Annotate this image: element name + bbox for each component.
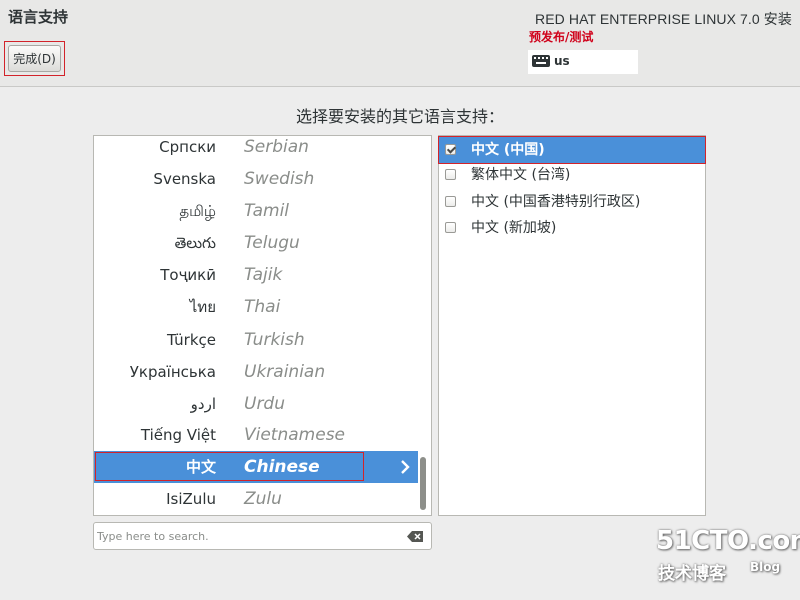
done-button[interactable]: 完成(D)	[8, 45, 61, 72]
prerelease-label: 预发布/测试	[529, 30, 594, 44]
language-row[interactable]: اردو Urdu	[94, 388, 418, 420]
backspace-icon[interactable]	[407, 531, 423, 542]
watermark: 51CTO.com 技术博客 Blog	[656, 526, 800, 586]
language-row[interactable]: Тоҷикӣ Tajik	[94, 259, 418, 291]
language-english-name: Ukrainian	[244, 362, 326, 382]
selection-highlight-box	[95, 452, 364, 481]
language-english-name: Tamil	[244, 201, 290, 221]
locale-label: 中文 (新加坡)	[471, 220, 557, 236]
done-button-highlight: 完成(D)	[4, 41, 65, 76]
language-row[interactable]: IsiZulu Zulu	[94, 483, 418, 515]
locale-label: 中文 (中国)	[471, 142, 545, 158]
language-row[interactable]: Svenska Swedish	[94, 163, 418, 195]
language-list[interactable]: Српски Serbian Svenska Swedish தமிழ் Tam…	[93, 135, 432, 516]
page-title: 语言支持	[8, 8, 69, 26]
language-row[interactable]: தமிழ் Tamil	[94, 195, 418, 227]
keyboard-layout-label: us	[554, 54, 570, 68]
language-native-name: Српски	[159, 138, 216, 156]
language-native-name: 中文	[185, 458, 216, 476]
locale-row[interactable]: 繁体中文 (台湾)	[439, 162, 705, 188]
language-row[interactable]: Tiếng Việt Vietnamese	[94, 419, 418, 451]
language-english-name: Chinese	[244, 457, 320, 477]
locale-row-selected[interactable]: 中文 (中国)	[438, 136, 706, 164]
language-english-name: Turkish	[244, 330, 305, 350]
search-input[interactable]	[97, 526, 397, 546]
header-bar: 语言支持 完成(D) RED HAT ENTERPRISE LINUX 7.0 …	[0, 0, 800, 87]
locale-checkbox[interactable]	[445, 144, 456, 155]
watermark-blog: Blog	[750, 560, 781, 574]
language-row-selected[interactable]: 中文 Chinese	[94, 451, 418, 483]
keyboard-layout-indicator[interactable]: us	[528, 50, 638, 74]
language-english-name: Telugu	[244, 233, 300, 253]
language-english-name: Thai	[244, 297, 281, 317]
watermark-site: 51CTO.com	[656, 526, 800, 556]
language-english-name: Urdu	[244, 394, 285, 414]
language-native-name: ไทย	[189, 298, 216, 316]
language-native-name: IsiZulu	[166, 490, 216, 508]
locale-checkbox[interactable]	[445, 222, 456, 233]
locale-list[interactable]: 中文 (中国) 繁体中文 (台湾) 中文 (中国香港特别行政区) 中文 (新加坡…	[438, 135, 706, 516]
language-native-name: Tiếng Việt	[140, 426, 216, 444]
language-native-name: తెలుగు	[174, 234, 216, 252]
locale-checkbox[interactable]	[445, 169, 456, 180]
instruction-heading: 选择要安装的其它语言支持：	[295, 107, 504, 126]
language-english-name: Serbian	[244, 137, 309, 157]
language-row[interactable]: Türkçe Turkish	[94, 324, 418, 356]
search-box	[93, 522, 432, 550]
locale-label: 繁体中文 (台湾)	[471, 167, 571, 183]
language-list-scrollbar[interactable]	[418, 136, 428, 515]
locale-row[interactable]: 中文 (新加坡)	[439, 215, 705, 241]
language-native-name: Svenska	[153, 170, 216, 188]
scrollbar-thumb[interactable]	[420, 457, 426, 510]
language-native-name: Тоҷикӣ	[160, 266, 216, 284]
language-native-name: Türkçe	[167, 331, 216, 349]
locale-label: 中文 (中国香港特别行政区)	[471, 194, 641, 210]
language-row[interactable]: Српски Serbian	[94, 136, 418, 163]
product-title: RED HAT ENTERPRISE LINUX 7.0 安装	[535, 11, 792, 27]
language-english-name: Swedish	[244, 169, 315, 189]
watermark-sub: 技术博客	[658, 564, 726, 584]
chevron-right-icon	[401, 460, 410, 474]
locale-row[interactable]: 中文 (中国香港特别行政区)	[439, 189, 705, 215]
keyboard-icon	[532, 55, 550, 67]
language-row[interactable]: ไทย Thai	[94, 291, 418, 323]
language-native-name: தமிழ்	[179, 202, 216, 220]
locale-checkbox[interactable]	[445, 196, 456, 207]
language-row[interactable]: Українська Ukrainian	[94, 356, 418, 388]
language-native-name: اردو	[190, 395, 216, 413]
language-english-name: Zulu	[244, 489, 282, 509]
language-row[interactable]: తెలుగు Telugu	[94, 227, 418, 259]
language-native-name: Українська	[129, 363, 216, 381]
language-english-name: Vietnamese	[244, 425, 346, 445]
language-english-name: Tajik	[244, 265, 283, 285]
